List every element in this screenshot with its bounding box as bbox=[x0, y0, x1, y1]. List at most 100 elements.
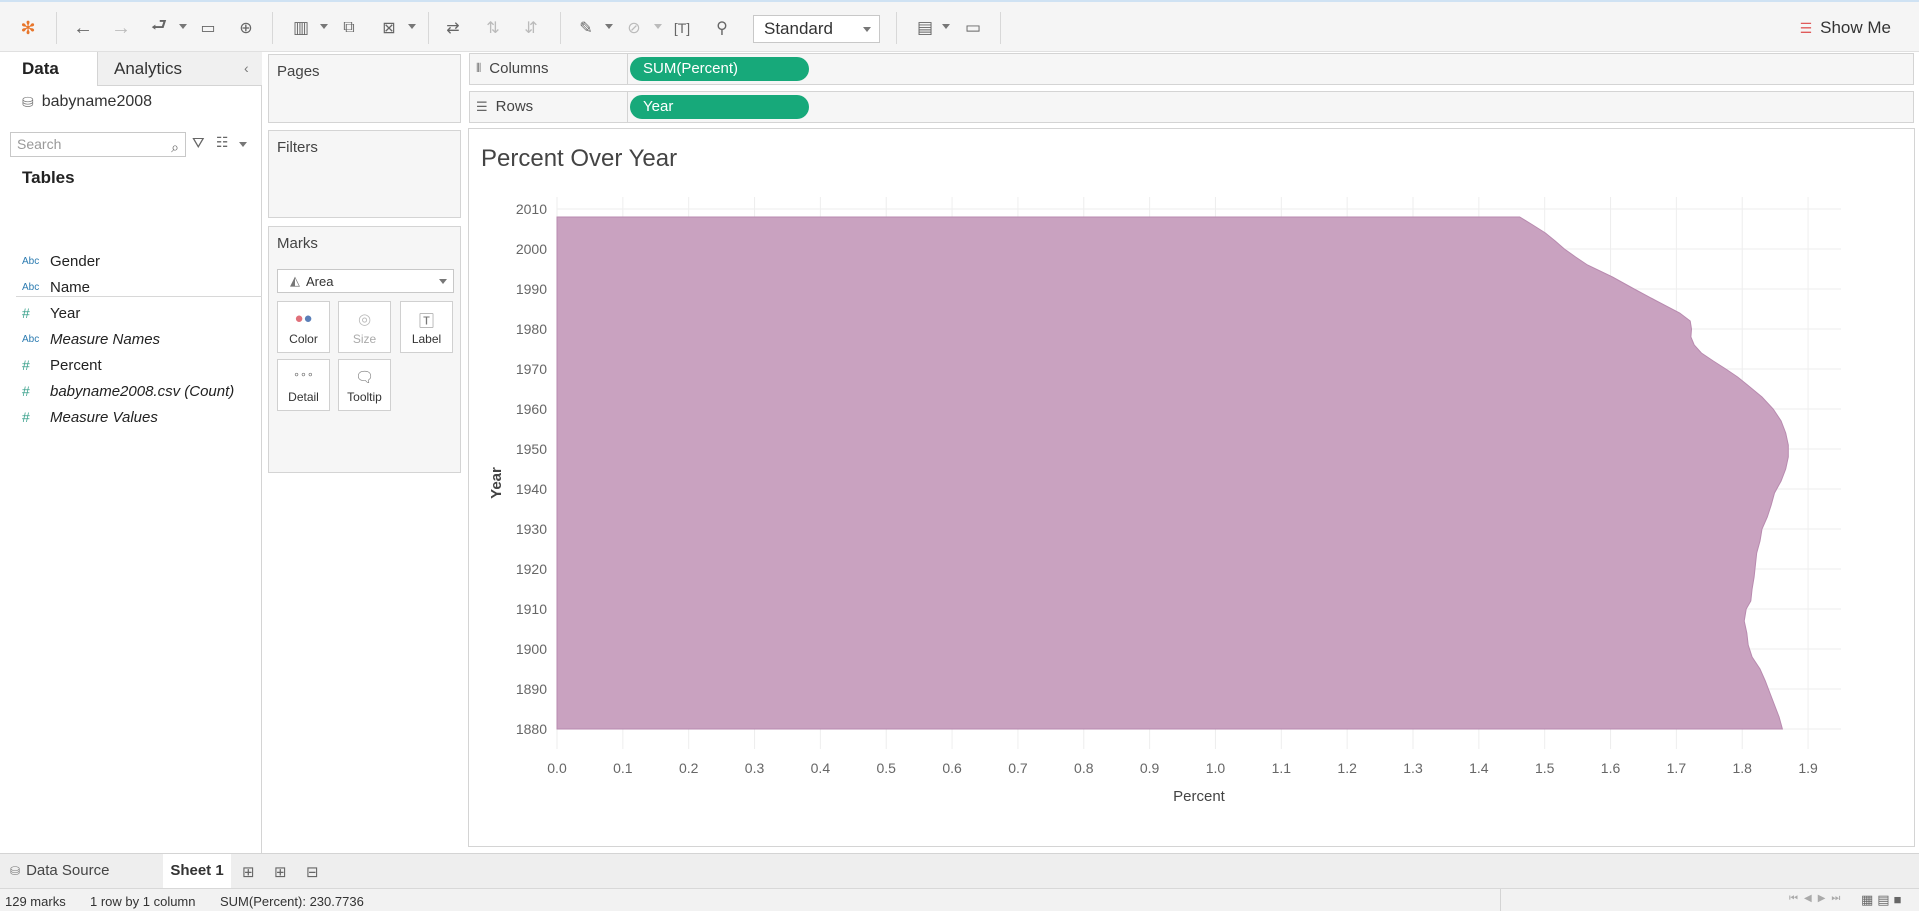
x-tick-label: 1.5 bbox=[1535, 760, 1555, 776]
filter-icon[interactable]: ⛛ bbox=[192, 135, 205, 152]
show-me-button[interactable]: ☰ Show Me bbox=[1800, 16, 1891, 40]
area-chart-icon: ◭ bbox=[290, 273, 300, 288]
x-tick-label: 1.1 bbox=[1272, 760, 1292, 776]
chevron-down-icon[interactable] bbox=[179, 24, 187, 29]
columns-label: Columns bbox=[489, 60, 549, 77]
sort-ascending-icon[interactable]: ⇅ bbox=[480, 14, 506, 42]
presentation-icon[interactable]: ▭ bbox=[960, 14, 986, 42]
columns-pill[interactable]: SUM(Percent) bbox=[630, 57, 809, 81]
area-chart[interactable]: 0.0 0.1 0.2 0.3 0.4 0.5 0.6 0.7 0.8 0.9 1.0 1.1 1.2 1… bbox=[469, 129, 1914, 846]
x-tick-label: 1.3 bbox=[1403, 760, 1423, 776]
x-tick-label: 0.8 bbox=[1074, 760, 1094, 776]
y-tick-label: 2000 bbox=[516, 241, 547, 257]
x-tick-label: 0.9 bbox=[1140, 760, 1160, 776]
mark-type-select[interactable]: ◭ Area bbox=[277, 269, 454, 293]
swap-icon[interactable]: ⇄ bbox=[440, 14, 466, 42]
area-series[interactable] bbox=[556, 216, 1789, 730]
label-button[interactable]: 🅃 Label bbox=[400, 301, 453, 353]
x-axis-title[interactable]: Percent bbox=[1173, 788, 1226, 805]
filters-card[interactable]: Filters bbox=[268, 130, 461, 218]
chevron-down-icon[interactable] bbox=[239, 142, 247, 147]
label-icon[interactable]: [T] bbox=[670, 14, 694, 42]
tab-analytics[interactable]: Analytics bbox=[97, 52, 262, 86]
show-cards-icon[interactable]: ▤ bbox=[912, 14, 938, 42]
x-tick-label: 0.5 bbox=[876, 760, 896, 776]
datasource-item[interactable]: ⛁ babyname2008 bbox=[22, 93, 152, 111]
show-me-icon: ☰ bbox=[1799, 19, 1813, 36]
field-item[interactable]: Abc Measure Names bbox=[22, 328, 160, 350]
field-item[interactable]: # Year bbox=[22, 302, 80, 324]
rows-label: Rows bbox=[495, 98, 534, 115]
toolbar: ✻ ← → ⮐ ▭ ⊕ ▥ ⧉ ⊠ ⇄ ⇅ ⇵ ✎ ⊘ [T] ⚲ Standa… bbox=[0, 0, 1919, 52]
chevron-down-icon[interactable] bbox=[605, 24, 613, 29]
y-tick-label: 1920 bbox=[516, 561, 547, 577]
pin-icon[interactable]: ⚲ bbox=[710, 14, 734, 42]
mark-type-value: Area bbox=[306, 273, 334, 289]
field-item[interactable]: Abc Gender bbox=[22, 250, 100, 272]
new-story-icon[interactable]: ⊟ bbox=[306, 863, 319, 881]
chevron-down-icon[interactable] bbox=[942, 24, 950, 29]
fit-select-value: Standard bbox=[764, 19, 833, 38]
tab-data[interactable]: Data bbox=[0, 52, 97, 86]
tableau-logo-icon[interactable]: ✻ bbox=[16, 14, 40, 42]
new-worksheet-icon[interactable]: ⊞ bbox=[242, 863, 255, 881]
group-icon[interactable]: ⊘ bbox=[622, 14, 646, 42]
color-button[interactable]: ●● Color bbox=[277, 301, 330, 353]
duplicate-icon[interactable]: ⧉ bbox=[336, 14, 362, 42]
y-tick-label: 1900 bbox=[516, 641, 547, 657]
tables-header: Tables bbox=[22, 168, 75, 187]
undo-icon[interactable]: ← bbox=[70, 14, 96, 42]
sheet-nav-icons[interactable]: ⏮◀▶⏭ bbox=[1789, 893, 1846, 904]
rows-shelf[interactable]: ☰ Rows Year bbox=[469, 91, 1914, 123]
columns-shelf[interactable]: ⦀ Columns SUM(Percent) bbox=[469, 53, 1914, 85]
x-tick-label: 1.8 bbox=[1732, 760, 1752, 776]
rows-pill[interactable]: Year bbox=[630, 95, 809, 119]
rows-icon: ☰ bbox=[476, 98, 488, 114]
measure-type-icon: # bbox=[22, 305, 30, 321]
fit-select[interactable]: Standard bbox=[753, 15, 880, 43]
marks-card-title: Marks bbox=[277, 235, 318, 252]
chevron-down-icon bbox=[863, 27, 871, 32]
tab-sheet-1[interactable]: Sheet 1 bbox=[163, 854, 231, 888]
chevron-down-icon[interactable] bbox=[408, 24, 416, 29]
x-tick-label: 0.1 bbox=[613, 760, 633, 776]
tab-data-source[interactable]: ⛁ Data Source bbox=[10, 854, 109, 888]
database-icon: ⛁ bbox=[10, 864, 21, 878]
chevron-down-icon[interactable] bbox=[320, 24, 328, 29]
redo-to-icon[interactable]: ⮐ bbox=[146, 14, 172, 42]
sort-descending-icon[interactable]: ⇵ bbox=[518, 14, 544, 42]
detail-button[interactable]: ∘∘∘ Detail bbox=[277, 359, 330, 411]
pages-card[interactable]: Pages bbox=[268, 54, 461, 123]
chevron-down-icon[interactable] bbox=[654, 24, 662, 29]
view-list-icon[interactable]: ☷ bbox=[216, 134, 229, 151]
sheet-view-icons[interactable]: ▦▤■ bbox=[1861, 892, 1905, 908]
redo-icon[interactable]: → bbox=[108, 14, 134, 42]
y-tick-label: 1890 bbox=[516, 681, 547, 697]
field-item[interactable]: # babyname2008.csv (Count) bbox=[22, 380, 234, 402]
x-tick-label: 1.0 bbox=[1206, 760, 1226, 776]
search-input[interactable]: Search ⌕ bbox=[10, 132, 186, 157]
field-name: Year bbox=[50, 304, 81, 322]
new-worksheet-icon[interactable]: ▥ bbox=[288, 14, 314, 42]
search-placeholder: Search bbox=[17, 136, 62, 152]
field-item[interactable]: # Measure Values bbox=[22, 406, 158, 428]
new-datasource-icon[interactable]: ⊕ bbox=[234, 14, 258, 42]
field-item[interactable]: Abc Name bbox=[22, 276, 90, 298]
marks-card: Marks ◭ Area ●● Color ◎ Size 🅃 Label ∘∘∘… bbox=[268, 226, 461, 473]
toolbar-separator bbox=[56, 12, 57, 44]
field-item[interactable]: # Percent bbox=[22, 354, 102, 376]
columns-shelf-label: ⦀ Columns bbox=[476, 60, 548, 77]
y-axis-title[interactable]: Year bbox=[488, 467, 505, 499]
field-name: Gender bbox=[50, 252, 101, 270]
new-dashboard-icon[interactable]: ⊞ bbox=[274, 863, 287, 881]
status-marks: 129 marks bbox=[5, 894, 66, 909]
save-icon[interactable]: ▭ bbox=[196, 14, 220, 42]
highlight-icon[interactable]: ✎ bbox=[574, 14, 598, 42]
clear-sheet-icon[interactable]: ⊠ bbox=[376, 14, 402, 42]
collapse-icon[interactable]: ‹ bbox=[244, 60, 249, 76]
tooltip-button[interactable]: 🗨 Tooltip bbox=[338, 359, 391, 411]
string-type-icon: Abc bbox=[22, 333, 40, 345]
size-button[interactable]: ◎ Size bbox=[338, 301, 391, 353]
toolbar-separator bbox=[428, 12, 429, 44]
search-icon: ⌕ bbox=[171, 139, 179, 155]
